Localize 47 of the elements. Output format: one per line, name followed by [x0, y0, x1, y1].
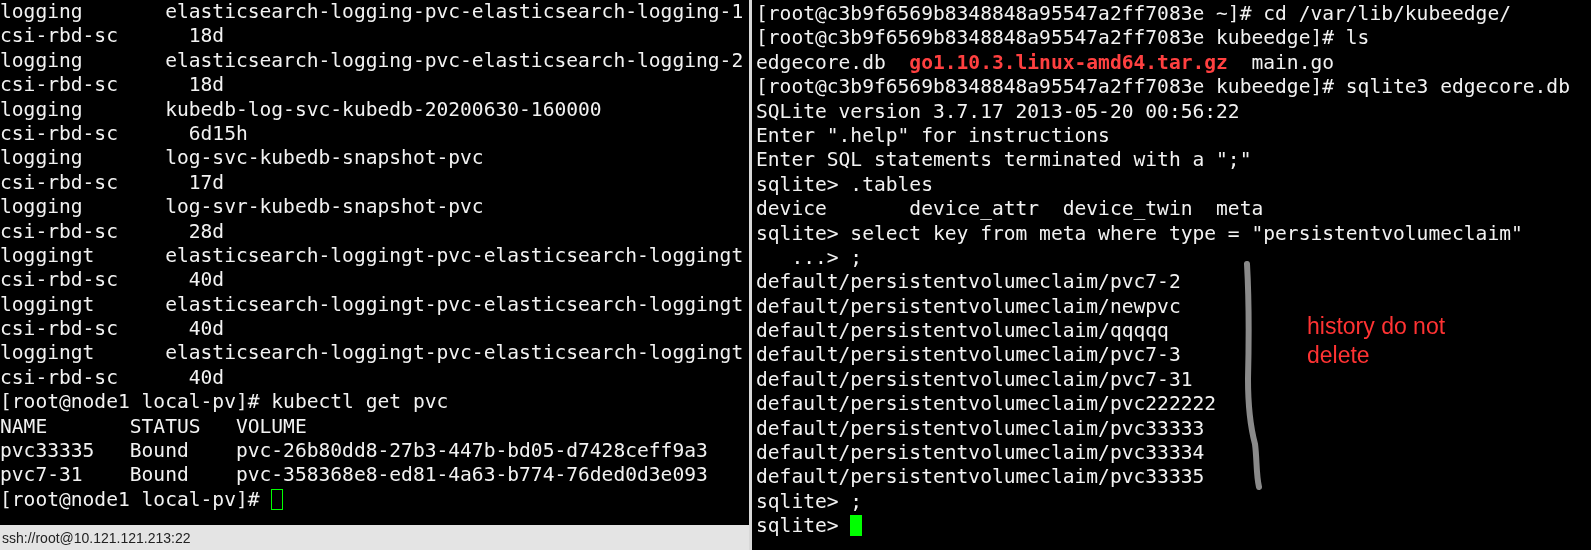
file-name: edgecore.db [756, 50, 886, 74]
terminal-line: default/persistentvolumeclaim/newpvc [756, 294, 1181, 320]
terminal-line: ...> ; [790, 245, 863, 271]
terminal-line: logging log-svr-kubedb-snapshot-pvc [0, 195, 484, 220]
terminal-line: csi-rbd-sc 6d15h [0, 121, 248, 147]
terminal-line: loggingt elasticsearch-loggingt-pvc-elasticsearch-loggingt [0, 243, 744, 269]
terminal-line: default/persistentvolumeclaim/qqqqq [756, 319, 1169, 344]
terminal-line: csi-rbd-sc 40d [0, 268, 225, 293]
terminal-line: SQLite version 3.7.17 2013-05-20 00:56:22 [756, 99, 1240, 124]
terminal-line: pvc7-31 Bound pvc-358368e8-ed81-4a63-b774-76ded0d3e093 [0, 463, 708, 488]
archive-file-name: go1.10.3.linux-amd64.tar.gz [909, 50, 1228, 74]
terminal-line: [root@node1 local-pv]# kubectl get pvc [0, 390, 449, 415]
terminal-line: logging elasticsearch-logging-pvc-elasticsearch-logging-1 [0, 0, 744, 25]
terminal-line: NAME STATUS VOLUME [0, 414, 307, 440]
terminal-line: Enter SQL statements terminated with a ";" [756, 148, 1252, 173]
terminal-line: logging log-svc-kubedb-snapshot-pvc [0, 146, 484, 171]
prompt-text: sqlite> [756, 514, 840, 538]
terminal-line: pvc33335 Bound pvc-26b80dd8-27b3-447b-bd05-d7428ceff9a3 [0, 439, 708, 464]
prompt-text: [root@node1 local-pv]# [0, 487, 261, 511]
terminal-line: loggingt elasticsearch-loggingt-pvc-elasticsearch-loggingt [0, 292, 744, 318]
terminal-line: csi-rbd-sc 18d [0, 73, 225, 98]
annotation-text: history do not delete [1307, 312, 1447, 370]
terminal-line: csi-rbd-sc 40d [0, 365, 225, 391]
terminal-line: sqlite> ; [756, 489, 863, 515]
terminal-line: sqlite> .tables [756, 172, 933, 198]
terminal-line: csi-rbd-sc 17d [0, 170, 225, 196]
terminal-line: default/persistentvolumeclaim/pvc7-3 [756, 343, 1181, 368]
terminal-line: [root@c3b9f6569b8348848a95547a2ff7083e ~]# cd /var/lib/kubeedge/ [756, 2, 1511, 27]
terminal-line: default/persistentvolumeclaim/pvc7-2 [756, 270, 1181, 295]
terminal-line: Enter ".help" for instructions [756, 123, 1110, 149]
status-bar: ssh://root@10.121.121.213:22 [0, 525, 749, 550]
terminal-line: sqlite> select key from meta where type = "persistentvolumeclaim" [756, 221, 1523, 246]
terminal-line: [root@c3b9f6569b8348848a95547a2ff7083e kubeedge]# ls [756, 26, 1370, 51]
file-name: main.go [1251, 50, 1335, 74]
terminal-line: csi-rbd-sc 18d [0, 24, 225, 49]
terminal-line: logging kubedb-log-svc-kubedb-20200630-160000 [0, 97, 602, 122]
terminal-line: default/persistentvolumeclaim/pvc7-31 [756, 367, 1193, 393]
terminal-line: csi-rbd-sc 40d [0, 317, 225, 342]
terminal-line: logging elasticsearch-logging-pvc-elasticsearch-logging-2 [0, 48, 744, 74]
terminal-line: loggingt elasticsearch-loggingt-pvc-elasticsearch-loggingt [0, 341, 744, 366]
terminal-line: default/persistentvolumeclaim/pvc33335 [756, 465, 1205, 490]
terminal-line: csi-rbd-sc 28d [0, 219, 225, 244]
terminal-line: default/persistentvolumeclaim/pvc33334 [756, 441, 1205, 466]
terminal-line: default/persistentvolumeclaim/pvc33333 [756, 416, 1205, 442]
terminal-line: default/persistentvolumeclaim/pvc222222 [756, 392, 1217, 417]
terminal-line: [root@c3b9f6569b8348848a95547a2ff7083e kubeedge]# sqlite3 edgecore.db [756, 75, 1570, 100]
terminal-line: device device_attr device_twin meta [756, 197, 1264, 222]
